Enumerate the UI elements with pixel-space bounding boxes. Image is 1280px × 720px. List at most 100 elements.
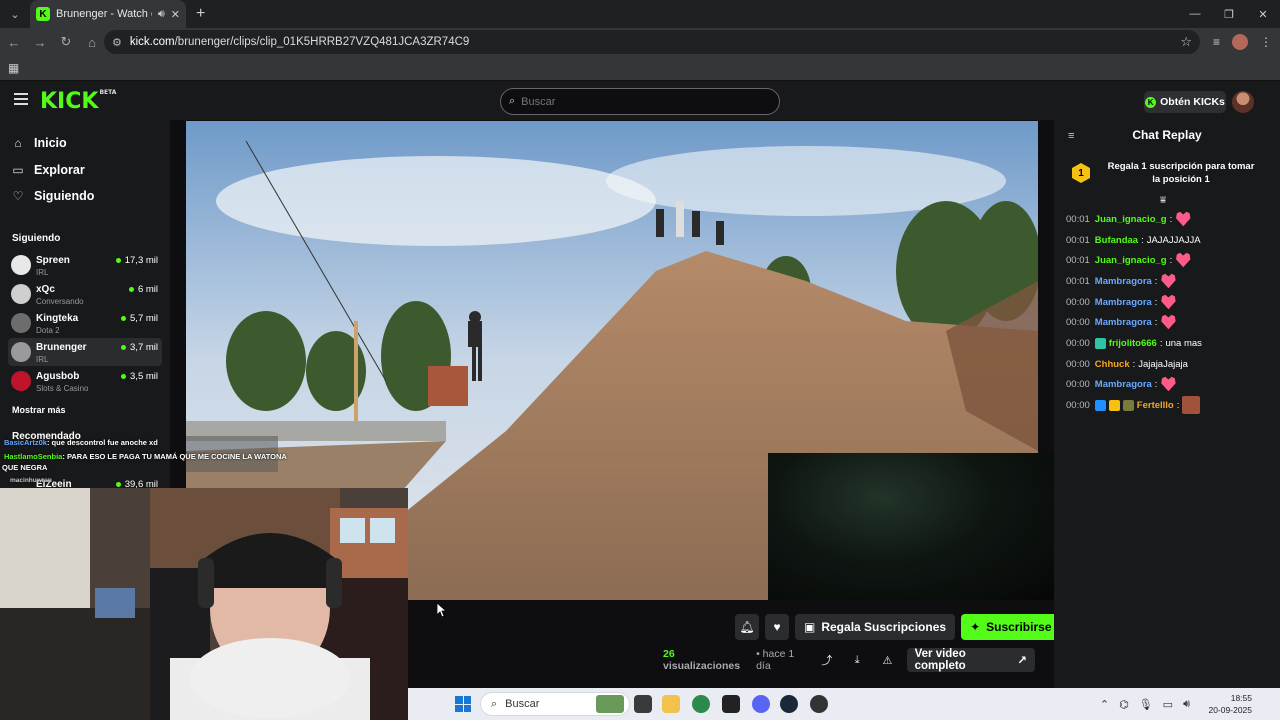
windows-start-icon[interactable]: [455, 696, 471, 712]
sidebar-item-explorar[interactable]: ▭ Explorar: [12, 161, 84, 179]
gift-subscriptions-button[interactable]: ▣ Regala Suscripciones: [795, 614, 956, 640]
discord-icon[interactable]: [752, 695, 770, 713]
mouse-cursor-icon: [437, 603, 447, 617]
chrome-icon[interactable]: [692, 695, 710, 713]
streamer-webcam: [0, 488, 408, 720]
message-user[interactable]: Mambragora: [1095, 276, 1152, 287]
taskbar-clock[interactable]: 18:55 20-09-2025: [1209, 692, 1252, 716]
close-window-icon[interactable]: ✕: [1246, 0, 1280, 28]
microphone-icon[interactable]: 🎙︎: [1139, 698, 1153, 711]
apps-grid-icon[interactable]: ▦: [8, 61, 19, 75]
channel-item-agusbob[interactable]: Agusbob Slots & Casino 3,5 mil: [8, 367, 162, 395]
channel-category: Dota 2: [36, 326, 60, 335]
address-bar[interactable]: ⚙ kick.com/brunenger/clips/clip_01K5HRRB…: [104, 30, 1200, 54]
channel-item-spreen[interactable]: Spreen IRL 17,3 mil: [8, 251, 162, 279]
channel-item-brunenger[interactable]: Brunenger IRL 3,7 mil: [8, 338, 162, 366]
profile-avatar[interactable]: [1232, 34, 1248, 50]
volume-icon[interactable]: 🔊︎: [1183, 698, 1190, 711]
heart-emote-icon: [1161, 294, 1176, 310]
message-user[interactable]: frijolito666: [1109, 338, 1157, 349]
message-user[interactable]: Mambragora: [1095, 379, 1152, 390]
obs-icon[interactable]: [810, 695, 828, 713]
message-time: 00:00: [1066, 296, 1090, 308]
gift-banner-text: Regala 1 suscripción para tomar la posic…: [1107, 161, 1255, 185]
badge-icon: [1094, 399, 1106, 411]
view-count-label: visualizaciones: [663, 660, 741, 672]
compass-icon: ▭: [12, 163, 24, 177]
download-icon[interactable]: ⤓: [846, 654, 868, 667]
message-time: 00:00: [1066, 316, 1090, 328]
speaker-icon[interactable]: 🔊︎: [158, 8, 165, 21]
file-explorer-icon[interactable]: [662, 695, 680, 713]
sidebar-item-siguiendo[interactable]: ♡ Siguiendo: [12, 187, 95, 205]
forward-icon[interactable]: →: [28, 30, 52, 54]
message-user[interactable]: Juan_ignacio_g: [1095, 214, 1167, 225]
message-user[interactable]: Bufandaa: [1095, 235, 1138, 246]
menu-hamburger-icon[interactable]: [14, 93, 28, 105]
network-icon[interactable]: ⌬: [1119, 698, 1129, 711]
report-warning-icon[interactable]: ⚠: [876, 654, 898, 667]
terminal-icon[interactable]: [722, 695, 740, 713]
new-tab-button[interactable]: +: [196, 5, 205, 23]
display-icon[interactable]: ▭: [1163, 698, 1173, 711]
search-highlight-icon[interactable]: [596, 695, 624, 713]
nav-label: Siguiendo: [34, 189, 95, 203]
bell-icon[interactable]: 🔔︎: [735, 614, 759, 640]
overlay-chat-text: : que descontrol fue anoche xd: [46, 438, 158, 447]
show-more-link[interactable]: Mostrar más: [12, 405, 66, 415]
back-icon[interactable]: ←: [2, 30, 26, 54]
sidebar-item-inicio[interactable]: ⌂ Inicio: [12, 134, 66, 152]
message-user[interactable]: Mambragora: [1095, 297, 1152, 308]
browser-toolbar: ← → ↻ ⌂ ⚙ kick.com/brunenger/clips/clip_…: [0, 28, 1280, 56]
gift-leaderboard-banner[interactable]: 1 Regala 1 suscripción para tomar la pos…: [1054, 150, 1280, 190]
viewer-count: 3,5 mil: [121, 371, 158, 382]
browser-tab[interactable]: K Brunenger - Watch clips on Kick 🔊︎ ✕: [30, 0, 186, 28]
viewer-count-text: 6 mil: [137, 284, 158, 295]
bookmark-star-icon[interactable]: ☆: [1180, 34, 1192, 50]
user-avatar[interactable]: [1232, 91, 1254, 113]
search-input[interactable]: [521, 95, 752, 108]
search-box[interactable]: ⌕: [500, 88, 780, 115]
message-time: 00:00: [1066, 378, 1090, 390]
message-user[interactable]: Chhuck: [1095, 359, 1130, 370]
browser-tabbar: ⌄ K Brunenger - Watch clips on Kick 🔊︎ ✕…: [0, 0, 1280, 28]
message-text: una mas: [1165, 337, 1202, 349]
message-user[interactable]: Fertelllo: [1137, 400, 1174, 411]
message-time: 00:01: [1066, 234, 1090, 246]
subscribe-button[interactable]: ✦ Suscribirse: [961, 614, 1061, 640]
message-user[interactable]: Mambragora: [1095, 317, 1152, 328]
chat-filter-icon[interactable]: ⩸: [1160, 195, 1166, 206]
minimize-icon[interactable]: —: [1178, 0, 1212, 28]
chevron-up-icon[interactable]: ⌃: [1100, 698, 1109, 711]
chat-message: 00:00 Mambragora:: [1066, 314, 1176, 330]
media-control-icon[interactable]: ≡: [1213, 35, 1220, 49]
live-dot-icon: [121, 345, 127, 350]
task-view-icon[interactable]: [634, 695, 652, 713]
tab-search-icon[interactable]: ⌄: [4, 3, 26, 25]
sparkle-icon: ✦: [970, 620, 981, 634]
restore-icon[interactable]: ❐: [1212, 0, 1246, 28]
steam-icon[interactable]: [780, 695, 798, 713]
share-icon[interactable]: ⤴: [816, 652, 838, 668]
home-browser-icon[interactable]: ⌂: [80, 30, 104, 54]
follow-heart-icon[interactable]: ♥: [765, 614, 789, 640]
bookmarks-bar: ▦: [0, 56, 1280, 80]
get-kicks-button[interactable]: K Obtén KICKs: [1144, 91, 1226, 113]
site-info-icon[interactable]: ⚙: [112, 36, 122, 49]
clip-meta-bar: 26 visualizaciones • hace 1 día ⤴ ⤓ ⚠ Ve…: [663, 648, 1036, 672]
live-dot-icon: [121, 374, 127, 379]
live-dot-icon: [115, 258, 121, 263]
close-tab-icon[interactable]: ✕: [171, 8, 180, 21]
message-user[interactable]: Juan_ignacio_g: [1095, 255, 1167, 266]
channel-item-kingteka[interactable]: Kingteka Dota 2 5,7 mil: [8, 309, 162, 337]
sub-badge-icon: [1122, 399, 1134, 411]
kick-logo[interactable]: KICKBETA: [40, 89, 116, 114]
sidebar: ⌂ Inicio ▭ Explorar ♡ Siguiendo Siguiend…: [0, 120, 170, 490]
message-time: 00:00: [1066, 337, 1090, 349]
reload-icon[interactable]: ↻: [54, 30, 78, 54]
home-icon: ⌂: [14, 136, 22, 150]
rank-badge-icon: 1: [1072, 163, 1090, 183]
channel-item-xqc[interactable]: xQc Conversando 6 mil: [8, 280, 162, 308]
full-video-button[interactable]: Ver video completo ↗: [906, 648, 1036, 672]
menu-kebab-icon[interactable]: ⋮: [1260, 35, 1272, 49]
